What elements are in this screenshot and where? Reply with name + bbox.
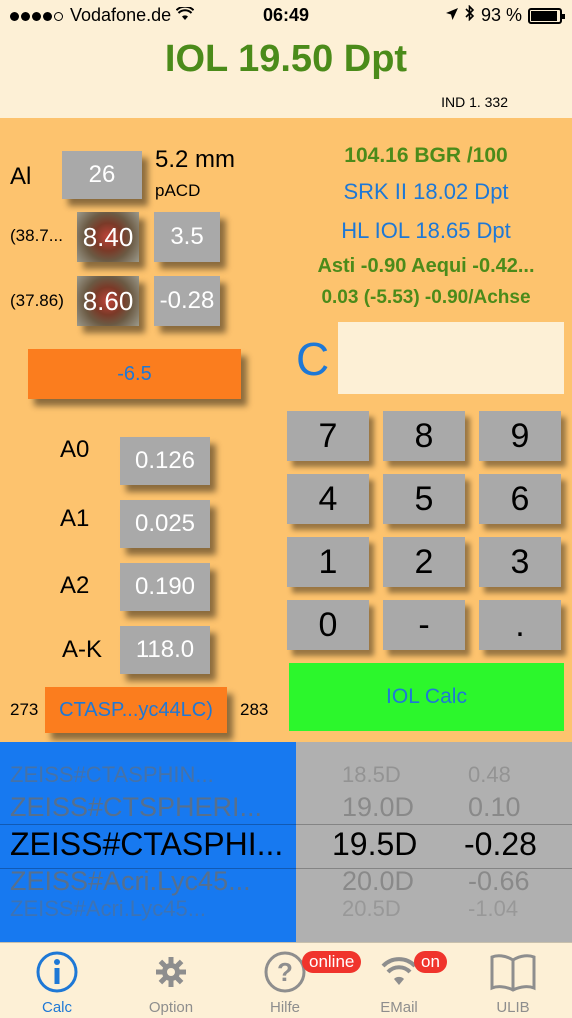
asti-result: Asti -0.90 Aequi -0.42... bbox=[317, 255, 535, 277]
key-5[interactable]: 5 bbox=[383, 474, 465, 524]
key-7[interactable]: 7 bbox=[287, 411, 369, 461]
keypad-display bbox=[338, 322, 564, 394]
status-right: 93 % bbox=[445, 4, 565, 26]
lens-range-right: 283 bbox=[240, 700, 269, 719]
tab-bar: Calc Option ? Hilfe online EMail on ULIB bbox=[0, 942, 572, 1018]
picker-selection-line bbox=[296, 824, 572, 825]
lens-picker-item[interactable]: ZEISS#CTSPHERI... bbox=[10, 792, 262, 823]
lens-range-left: 273 bbox=[10, 700, 39, 719]
key-0[interactable]: 0 bbox=[287, 600, 369, 650]
on-badge: on bbox=[414, 951, 447, 973]
picker-selection-line bbox=[0, 868, 296, 869]
info-icon bbox=[0, 949, 114, 995]
book-icon bbox=[456, 949, 570, 995]
key-3[interactable]: 3 bbox=[479, 537, 561, 587]
k2-radius-button[interactable]: 8.60 bbox=[77, 276, 139, 326]
k2-axis-button[interactable]: -0.28 bbox=[154, 276, 220, 326]
k1-note: (38.7... bbox=[10, 226, 63, 245]
lens-picker-item[interactable]: ZEISS#Acri.Lyc45... bbox=[10, 866, 251, 897]
tab-ulib[interactable]: ULIB bbox=[456, 943, 570, 1018]
srk-result: SRK II 18.02 Dpt bbox=[343, 179, 509, 204]
key-6[interactable]: 6 bbox=[479, 474, 561, 524]
a2-value-button[interactable]: 0.190 bbox=[120, 563, 210, 611]
power-picker[interactable]: 18.5D 19.0D 19.5D 20.0D 20.5D 0.48 0.10 -0.28 -0… bbox=[296, 742, 572, 942]
lens-picker-item[interactable]: ZEISS#Acri.Lyc45... bbox=[10, 896, 206, 922]
refraction-picker-item[interactable]: -1.04 bbox=[468, 896, 518, 922]
key-4[interactable]: 4 bbox=[287, 474, 369, 524]
a0-label: A0 bbox=[60, 436, 90, 463]
battery-fill bbox=[531, 10, 557, 21]
lens-picker[interactable]: ZEISS#CTASPHIN... ZEISS#CTSPHERI... ZEISS#… bbox=[0, 742, 296, 942]
pacd-label: pACD bbox=[155, 181, 201, 200]
clear-button[interactable]: C bbox=[296, 332, 329, 386]
power-picker-selected[interactable]: 19.5D bbox=[332, 826, 417, 863]
ak-value-button[interactable]: 118.0 bbox=[120, 626, 210, 674]
battery-percent: 93 % bbox=[480, 5, 522, 25]
iol-result-title: IOL 19.50 Dpt bbox=[164, 38, 408, 80]
tab-calc-label: Calc bbox=[41, 999, 72, 1016]
refraction-picker-item[interactable]: 0.48 bbox=[468, 762, 511, 788]
power-picker-item[interactable]: 20.5D bbox=[342, 896, 401, 922]
al-label: Al bbox=[10, 163, 32, 190]
picker-selection-line bbox=[0, 824, 296, 825]
tab-hilfe-label: Hilfe bbox=[269, 999, 300, 1016]
a1-label: A1 bbox=[60, 505, 90, 532]
k2-note: (37.86) bbox=[10, 291, 64, 310]
axial-length-button[interactable]: 26 bbox=[62, 151, 142, 199]
key-8[interactable]: 8 bbox=[383, 411, 465, 461]
axis-result: 0.03 (-5.53) -0.90/Achse bbox=[321, 287, 531, 308]
battery-icon bbox=[528, 7, 565, 24]
location-icon bbox=[445, 5, 459, 26]
tab-option-label: Option bbox=[148, 999, 194, 1016]
refraction-picker-item[interactable]: 0.10 bbox=[468, 792, 521, 823]
tab-calc[interactable]: Calc bbox=[0, 943, 114, 1018]
bluetooth-icon bbox=[465, 4, 475, 26]
k1-axis-button[interactable]: 3.5 bbox=[154, 212, 220, 262]
acd-mm-label: 5.2 mm bbox=[155, 146, 236, 173]
header: IOL 19.50 Dpt IND 1. 332 bbox=[0, 32, 572, 118]
key-dot[interactable]: . bbox=[479, 600, 561, 650]
target-refraction-button[interactable]: -6.5 bbox=[28, 349, 241, 399]
power-picker-item[interactable]: 18.5D bbox=[342, 762, 401, 788]
key-minus[interactable]: - bbox=[383, 600, 465, 650]
iol-calc-button[interactable]: IOL Calc bbox=[289, 663, 564, 731]
tab-option[interactable]: Option bbox=[114, 943, 228, 1018]
picker-selection-line bbox=[296, 868, 572, 869]
tab-ulib-label: ULIB bbox=[496, 999, 530, 1016]
k1-radius-button[interactable]: 8.40 bbox=[77, 212, 139, 262]
bgr-result: 104.16 BGR /100 bbox=[344, 144, 508, 167]
status-bar: Vodafone.de 06:49 93 % bbox=[0, 0, 572, 32]
a1-value-button[interactable]: 0.025 bbox=[120, 500, 210, 548]
gear-icon bbox=[114, 949, 228, 995]
lens-picker-selected[interactable]: ZEISS#CTASPHI... bbox=[10, 826, 283, 863]
key-9[interactable]: 9 bbox=[479, 411, 561, 461]
hl-result: HL IOL 18.65 Dpt bbox=[341, 218, 511, 243]
refraction-picker-item[interactable]: -0.66 bbox=[468, 866, 530, 897]
index-label: IND 1. 332 bbox=[441, 94, 508, 110]
power-picker-item[interactable]: 20.0D bbox=[342, 866, 414, 897]
lens-select-button[interactable]: CTASP...yc44LC) bbox=[45, 687, 227, 733]
key-2[interactable]: 2 bbox=[383, 537, 465, 587]
power-picker-item[interactable]: 19.0D bbox=[342, 792, 414, 823]
a2-label: A2 bbox=[60, 572, 90, 599]
svg-text:?: ? bbox=[277, 957, 293, 987]
ak-label: A-K bbox=[62, 636, 103, 663]
lens-picker-item[interactable]: ZEISS#CTASPHIN... bbox=[10, 762, 214, 788]
refraction-picker-selected[interactable]: -0.28 bbox=[464, 826, 537, 863]
a0-value-button[interactable]: 0.126 bbox=[120, 437, 210, 485]
tab-email-label: EMail bbox=[380, 999, 418, 1016]
key-1[interactable]: 1 bbox=[287, 537, 369, 587]
